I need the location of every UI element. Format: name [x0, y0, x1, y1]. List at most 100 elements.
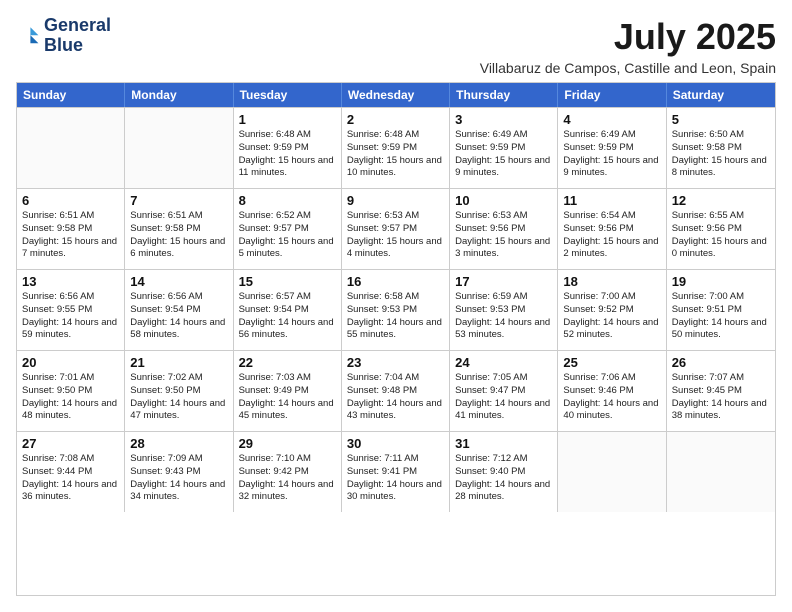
calendar-header: Sunday Monday Tuesday Wednesday Thursday…	[17, 83, 775, 107]
cell-info: Sunrise: 7:00 AM Sunset: 9:52 PM Dayligh…	[563, 291, 660, 342]
calendar-cell-0-4: 3 Sunrise: 6:49 AM Sunset: 9:59 PM Daylig…	[450, 108, 558, 188]
header-wednesday: Wednesday	[342, 83, 450, 107]
header: General Blue July 2025 Villabaruz de Cam…	[16, 16, 776, 76]
day-number: 4	[563, 112, 660, 127]
day-number: 26	[672, 355, 770, 370]
day-number: 15	[239, 274, 336, 289]
calendar-cell-1-5: 11 Sunrise: 6:54 AM Sunset: 9:56 PM Dayli…	[558, 189, 666, 269]
day-number: 1	[239, 112, 336, 127]
cell-info: Sunrise: 6:49 AM Sunset: 9:59 PM Dayligh…	[563, 129, 660, 180]
cell-info: Sunrise: 6:48 AM Sunset: 9:59 PM Dayligh…	[239, 129, 336, 180]
day-number: 30	[347, 436, 444, 451]
calendar-cell-3-3: 23Sunrise: 7:04 AM Sunset: 9:48 PM Dayli…	[342, 351, 450, 431]
calendar-cell-2-4: 17 Sunrise: 6:59 AM Sunset: 9:53 PM Dayli…	[450, 270, 558, 350]
cell-info: Sunrise: 6:51 AM Sunset: 9:58 PM Dayligh…	[22, 210, 119, 261]
calendar-cell-0-2: 1 Sunrise: 6:48 AM Sunset: 9:59 PM Daylig…	[234, 108, 342, 188]
day-number: 16	[347, 274, 444, 289]
day-number: 7	[130, 193, 227, 208]
calendar-cell-0-6: 5 Sunrise: 6:50 AM Sunset: 9:58 PM Daylig…	[667, 108, 775, 188]
day-number: 24	[455, 355, 552, 370]
calendar-cell-2-5: 18 Sunrise: 7:00 AM Sunset: 9:52 PM Dayli…	[558, 270, 666, 350]
calendar-cell-2-3: 16 Sunrise: 6:58 AM Sunset: 9:53 PM Dayli…	[342, 270, 450, 350]
month-title: July 2025	[480, 16, 776, 58]
calendar-cell-3-0: 20Sunrise: 7:01 AM Sunset: 9:50 PM Dayli…	[17, 351, 125, 431]
cell-info: Sunrise: 7:08 AM Sunset: 9:44 PM Dayligh…	[22, 453, 119, 504]
cell-info: Sunrise: 6:59 AM Sunset: 9:53 PM Dayligh…	[455, 291, 552, 342]
calendar-cell-0-3: 2Sunrise: 6:48 AM Sunset: 9:59 PM Daylig…	[342, 108, 450, 188]
day-number: 6	[22, 193, 119, 208]
calendar-body: 1 Sunrise: 6:48 AM Sunset: 9:59 PM Daylig…	[17, 107, 775, 512]
cell-info: Sunrise: 7:07 AM Sunset: 9:45 PM Dayligh…	[672, 372, 770, 423]
calendar-cell-3-2: 22 Sunrise: 7:03 AM Sunset: 9:49 PM Dayli…	[234, 351, 342, 431]
day-number: 27	[22, 436, 119, 451]
day-number: 28	[130, 436, 227, 451]
header-saturday: Saturday	[667, 83, 775, 107]
calendar-row-0: 1 Sunrise: 6:48 AM Sunset: 9:59 PM Daylig…	[17, 107, 775, 188]
header-thursday: Thursday	[450, 83, 558, 107]
calendar-cell-4-5	[558, 432, 666, 512]
day-number: 25	[563, 355, 660, 370]
header-tuesday: Tuesday	[234, 83, 342, 107]
day-number: 17	[455, 274, 552, 289]
day-number: 3	[455, 112, 552, 127]
cell-info: Sunrise: 7:12 AM Sunset: 9:40 PM Dayligh…	[455, 453, 552, 504]
cell-info: Sunrise: 6:54 AM Sunset: 9:56 PM Dayligh…	[563, 210, 660, 261]
cell-info: Sunrise: 7:11 AM Sunset: 9:41 PM Dayligh…	[347, 453, 444, 504]
calendar-cell-1-3: 9 Sunrise: 6:53 AM Sunset: 9:57 PM Daylig…	[342, 189, 450, 269]
day-number: 8	[239, 193, 336, 208]
logo: General Blue	[16, 16, 111, 56]
calendar-cell-1-1: 7Sunrise: 6:51 AM Sunset: 9:58 PM Daylig…	[125, 189, 233, 269]
calendar-cell-4-0: 27 Sunrise: 7:08 AM Sunset: 9:44 PM Dayli…	[17, 432, 125, 512]
day-number: 9	[347, 193, 444, 208]
calendar-cell-2-2: 15 Sunrise: 6:57 AM Sunset: 9:54 PM Dayli…	[234, 270, 342, 350]
calendar-cell-3-4: 24 Sunrise: 7:05 AM Sunset: 9:47 PM Dayli…	[450, 351, 558, 431]
day-number: 11	[563, 193, 660, 208]
calendar-cell-3-1: 21Sunrise: 7:02 AM Sunset: 9:50 PM Dayli…	[125, 351, 233, 431]
day-number: 29	[239, 436, 336, 451]
header-monday: Monday	[125, 83, 233, 107]
cell-info: Sunrise: 7:02 AM Sunset: 9:50 PM Dayligh…	[130, 372, 227, 423]
day-number: 14	[130, 274, 227, 289]
cell-info: Sunrise: 6:49 AM Sunset: 9:59 PM Dayligh…	[455, 129, 552, 180]
header-sunday: Sunday	[17, 83, 125, 107]
day-number: 31	[455, 436, 552, 451]
cell-info: Sunrise: 6:53 AM Sunset: 9:57 PM Dayligh…	[347, 210, 444, 261]
day-number: 18	[563, 274, 660, 289]
day-number: 20	[22, 355, 119, 370]
calendar-cell-0-5: 4 Sunrise: 6:49 AM Sunset: 9:59 PM Daylig…	[558, 108, 666, 188]
cell-info: Sunrise: 6:56 AM Sunset: 9:54 PM Dayligh…	[130, 291, 227, 342]
calendar-cell-2-1: 14 Sunrise: 6:56 AM Sunset: 9:54 PM Dayli…	[125, 270, 233, 350]
calendar-cell-1-0: 6 Sunrise: 6:51 AM Sunset: 9:58 PM Daylig…	[17, 189, 125, 269]
cell-info: Sunrise: 6:55 AM Sunset: 9:56 PM Dayligh…	[672, 210, 770, 261]
calendar-row-2: 13Sunrise: 6:56 AM Sunset: 9:55 PM Dayli…	[17, 269, 775, 350]
day-number: 22	[239, 355, 336, 370]
day-number: 2	[347, 112, 444, 127]
cell-info: Sunrise: 6:56 AM Sunset: 9:55 PM Dayligh…	[22, 291, 119, 342]
calendar-cell-1-6: 12 Sunrise: 6:55 AM Sunset: 9:56 PM Dayli…	[667, 189, 775, 269]
calendar-cell-1-4: 10 Sunrise: 6:53 AM Sunset: 9:56 PM Dayli…	[450, 189, 558, 269]
calendar: Sunday Monday Tuesday Wednesday Thursday…	[16, 82, 776, 596]
title-area: July 2025 Villabaruz de Campos, Castille…	[480, 16, 776, 76]
location-title: Villabaruz de Campos, Castille and Leon,…	[480, 60, 776, 76]
cell-info: Sunrise: 6:57 AM Sunset: 9:54 PM Dayligh…	[239, 291, 336, 342]
cell-info: Sunrise: 7:05 AM Sunset: 9:47 PM Dayligh…	[455, 372, 552, 423]
page: General Blue July 2025 Villabaruz de Cam…	[0, 0, 792, 612]
day-number: 19	[672, 274, 770, 289]
cell-info: Sunrise: 7:06 AM Sunset: 9:46 PM Dayligh…	[563, 372, 660, 423]
cell-info: Sunrise: 6:58 AM Sunset: 9:53 PM Dayligh…	[347, 291, 444, 342]
logo-text: General Blue	[44, 16, 111, 56]
calendar-cell-4-3: 30 Sunrise: 7:11 AM Sunset: 9:41 PM Dayli…	[342, 432, 450, 512]
calendar-row-4: 27 Sunrise: 7:08 AM Sunset: 9:44 PM Dayli…	[17, 431, 775, 512]
calendar-cell-2-6: 19 Sunrise: 7:00 AM Sunset: 9:51 PM Dayli…	[667, 270, 775, 350]
cell-info: Sunrise: 7:10 AM Sunset: 9:42 PM Dayligh…	[239, 453, 336, 504]
calendar-row-3: 20Sunrise: 7:01 AM Sunset: 9:50 PM Dayli…	[17, 350, 775, 431]
cell-info: Sunrise: 7:03 AM Sunset: 9:49 PM Dayligh…	[239, 372, 336, 423]
cell-info: Sunrise: 6:50 AM Sunset: 9:58 PM Dayligh…	[672, 129, 770, 180]
calendar-cell-0-1	[125, 108, 233, 188]
cell-info: Sunrise: 7:00 AM Sunset: 9:51 PM Dayligh…	[672, 291, 770, 342]
calendar-cell-3-5: 25 Sunrise: 7:06 AM Sunset: 9:46 PM Dayli…	[558, 351, 666, 431]
day-number: 12	[672, 193, 770, 208]
cell-info: Sunrise: 6:53 AM Sunset: 9:56 PM Dayligh…	[455, 210, 552, 261]
day-number: 10	[455, 193, 552, 208]
day-number: 5	[672, 112, 770, 127]
